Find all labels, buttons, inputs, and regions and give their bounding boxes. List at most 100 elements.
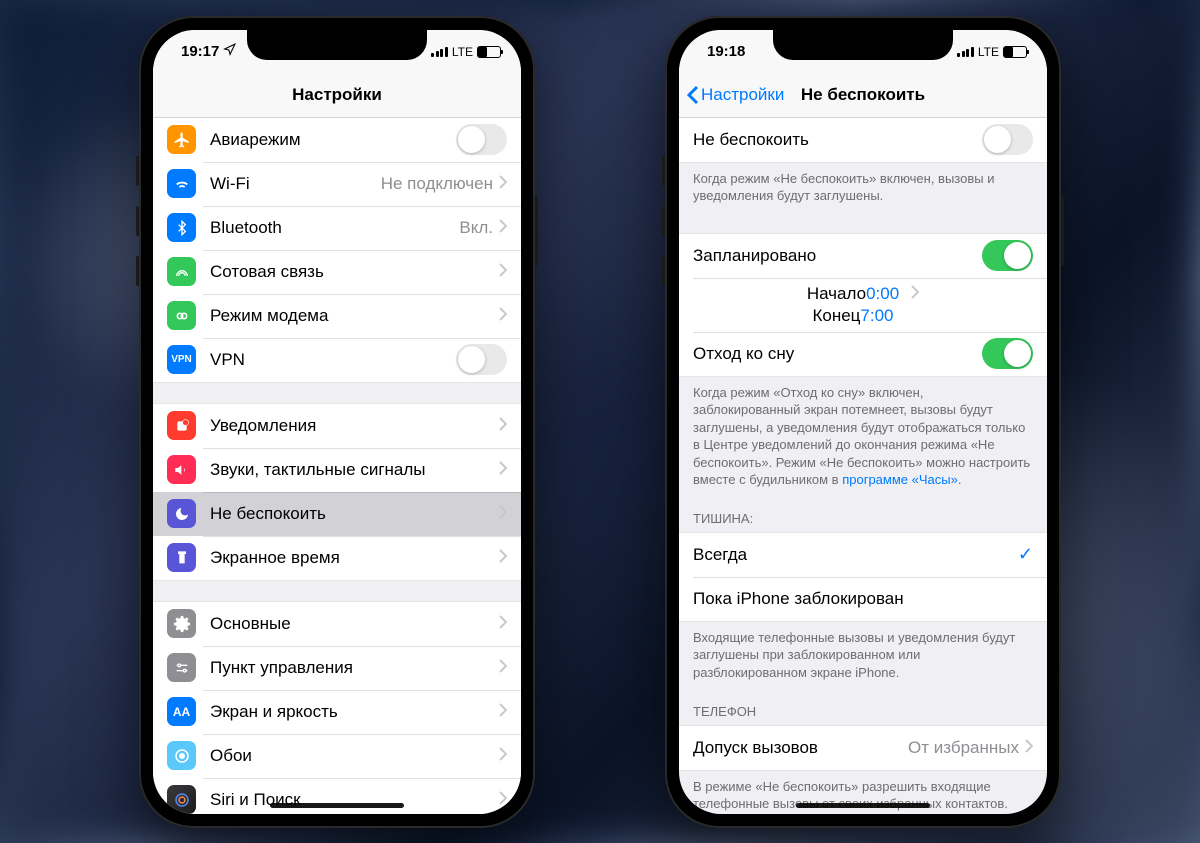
battery-icon xyxy=(1003,46,1027,58)
dnd-footer: Когда режим «Не беспокоить» включен, выз… xyxy=(679,163,1047,213)
row-dnd-toggle[interactable]: Не беспокоить xyxy=(679,118,1047,162)
network-label: LTE xyxy=(978,45,999,59)
airplane-icon xyxy=(167,125,196,154)
row-airplane[interactable]: Авиарежим xyxy=(153,118,521,162)
row-silence-locked[interactable]: Пока iPhone заблокирован xyxy=(679,577,1047,621)
row-label: Допуск вызовов xyxy=(693,738,908,758)
row-control-center[interactable]: Пункт управления xyxy=(153,646,521,690)
chevron-icon xyxy=(499,306,507,326)
row-label: Всегда xyxy=(693,545,1018,565)
row-wallpaper[interactable]: Обои xyxy=(153,734,521,778)
airplane-toggle[interactable] xyxy=(456,124,507,155)
check-icon: ✓ xyxy=(1018,544,1033,565)
home-indicator[interactable] xyxy=(796,803,930,808)
bluetooth-icon xyxy=(167,213,196,242)
silence-header: ТИШИНА: xyxy=(679,497,1047,532)
row-label: Не беспокоить xyxy=(693,130,982,150)
row-label: Экранное время xyxy=(210,548,499,568)
row-silence-always[interactable]: Всегда ✓ xyxy=(679,533,1047,577)
location-icon xyxy=(223,43,236,60)
chevron-icon xyxy=(499,504,507,524)
row-label: Отход ко сну xyxy=(693,344,982,364)
cellular-icon xyxy=(167,257,196,286)
hotspot-icon xyxy=(167,301,196,330)
row-display[interactable]: AA Экран и яркость xyxy=(153,690,521,734)
notifications-icon xyxy=(167,411,196,440)
chevron-icon xyxy=(911,284,919,304)
dnd-icon xyxy=(167,499,196,528)
row-label: Основные xyxy=(210,614,499,634)
chevron-icon xyxy=(499,174,507,194)
wifi-icon xyxy=(167,169,196,198)
row-label: Bluetooth xyxy=(210,218,459,238)
back-button[interactable]: Настройки xyxy=(687,85,784,105)
row-label: Авиарежим xyxy=(210,130,456,150)
row-allow-calls[interactable]: Допуск вызовов От избранных xyxy=(679,726,1047,770)
signal-icon xyxy=(431,47,448,57)
display-icon: AA xyxy=(167,697,196,726)
to-label: Конец xyxy=(812,306,860,326)
status-time: 19:17 xyxy=(181,43,219,60)
row-label: Не беспокоить xyxy=(210,504,499,524)
notch xyxy=(247,30,427,60)
row-scheduled[interactable]: Запланировано xyxy=(679,234,1047,278)
chevron-icon xyxy=(499,416,507,436)
row-label: Запланировано xyxy=(693,246,982,266)
row-label: Пока iPhone заблокирован xyxy=(693,589,1033,609)
chevron-icon xyxy=(499,658,507,678)
page-title: Настройки xyxy=(292,85,382,105)
row-siri[interactable]: Siri и Поиск xyxy=(153,778,521,814)
navbar: Настройки Не беспокоить xyxy=(679,74,1047,118)
from-value: 0:00 xyxy=(866,284,899,304)
bedtime-toggle[interactable] xyxy=(982,338,1033,369)
signal-icon xyxy=(957,47,974,57)
row-screentime[interactable]: Экранное время xyxy=(153,536,521,580)
chevron-icon xyxy=(499,614,507,634)
row-schedule-times[interactable]: Начало 0:00 Конец 7:00 xyxy=(679,278,1047,332)
row-notifications[interactable]: Уведомления xyxy=(153,404,521,448)
network-label: LTE xyxy=(452,45,473,59)
allow-calls-value: От избранных xyxy=(908,738,1019,758)
vpn-toggle[interactable] xyxy=(456,344,507,375)
row-bedtime[interactable]: Отход ко сну xyxy=(679,332,1047,376)
row-vpn[interactable]: VPN VPN xyxy=(153,338,521,382)
sounds-icon xyxy=(167,455,196,484)
wifi-value: Не подключен xyxy=(381,174,493,194)
wallpaper-icon xyxy=(167,741,196,770)
dnd-toggle[interactable] xyxy=(982,124,1033,155)
phone-header: ТЕЛЕФОН xyxy=(679,690,1047,725)
bedtime-footer: Когда режим «Отход ко сну» включен, забл… xyxy=(679,377,1047,497)
clock-app-link[interactable]: программе «Часы» xyxy=(842,472,958,487)
row-general[interactable]: Основные xyxy=(153,602,521,646)
control-center-icon xyxy=(167,653,196,682)
row-bluetooth[interactable]: Bluetooth Вкл. xyxy=(153,206,521,250)
siri-icon xyxy=(167,785,196,814)
silence-footer: Входящие телефонные вызовы и уведомления… xyxy=(679,622,1047,690)
chevron-icon xyxy=(499,790,507,810)
settings-list[interactable]: Авиарежим Wi-Fi Не подключен Bluetooth В… xyxy=(153,118,521,814)
row-sounds[interactable]: Звуки, тактильные сигналы xyxy=(153,448,521,492)
chevron-icon xyxy=(499,548,507,568)
row-label: Уведомления xyxy=(210,416,499,436)
row-label: Режим модема xyxy=(210,306,499,326)
chevron-icon xyxy=(499,218,507,238)
vpn-icon: VPN xyxy=(167,345,196,374)
bluetooth-value: Вкл. xyxy=(459,218,493,238)
phone-dnd-settings: 19:18 LTE Настройки Не беспокоить Не бес… xyxy=(665,16,1061,828)
row-hotspot[interactable]: Режим модема xyxy=(153,294,521,338)
back-label: Настройки xyxy=(701,85,784,105)
row-wifi[interactable]: Wi-Fi Не подключен xyxy=(153,162,521,206)
home-indicator[interactable] xyxy=(270,803,404,808)
to-value: 7:00 xyxy=(860,306,893,326)
row-dnd[interactable]: Не беспокоить xyxy=(153,492,521,536)
dnd-list[interactable]: Не беспокоить Когда режим «Не беспокоить… xyxy=(679,118,1047,814)
row-label: Сотовая связь xyxy=(210,262,499,282)
from-label: Начало xyxy=(807,284,866,304)
row-label: Обои xyxy=(210,746,499,766)
chevron-icon xyxy=(499,262,507,282)
row-cellular[interactable]: Сотовая связь xyxy=(153,250,521,294)
row-label: VPN xyxy=(210,350,456,370)
row-label: Wi-Fi xyxy=(210,174,381,194)
scheduled-toggle[interactable] xyxy=(982,240,1033,271)
chevron-icon xyxy=(1025,738,1033,758)
